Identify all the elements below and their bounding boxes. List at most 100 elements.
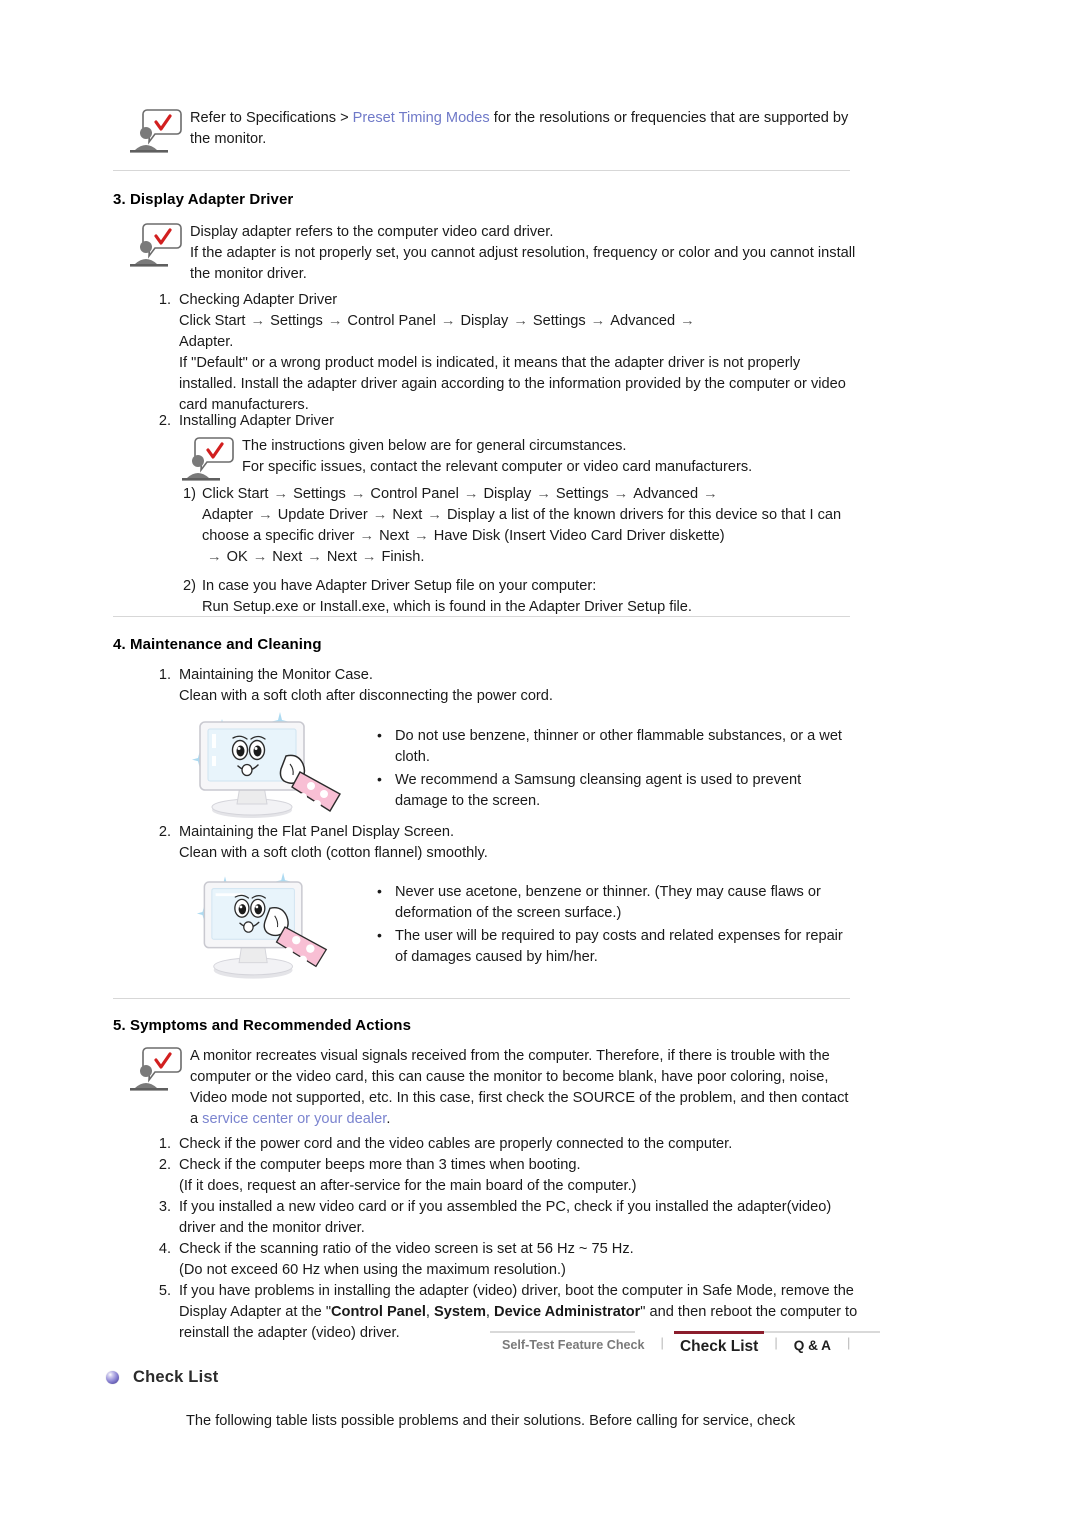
list-number: 5. xyxy=(158,1283,171,1299)
path-step: Display xyxy=(460,313,509,329)
numbered-list: 1. Checking Adapter Driver Click Start → S… xyxy=(143,290,858,416)
arrow-icon: → xyxy=(327,313,343,329)
tab-separator: | xyxy=(774,1335,778,1350)
bullet-item: Never use acetone, benzene or thinner. (… xyxy=(375,881,845,924)
arrow-icon: → xyxy=(680,313,695,329)
tab-label: Self-Test Feature Check xyxy=(502,1338,645,1352)
item-heading: Installing Adapter Driver xyxy=(179,413,334,429)
path-step: Next xyxy=(326,549,357,565)
arrow-icon: → xyxy=(414,528,429,544)
bullet-item: The user will be required to pay costs a… xyxy=(375,925,845,968)
path-step: Finish. xyxy=(381,549,425,565)
list-number: 4. xyxy=(158,1241,171,1257)
section-4-title: 4. Maintenance and Cleaning xyxy=(113,636,322,653)
tab-q-and-a[interactable]: Q & A xyxy=(788,1331,837,1353)
list-item: 2) In case you have Adapter Driver Setup… xyxy=(172,576,862,618)
arrow-icon: → xyxy=(258,507,273,523)
path-step: Settings xyxy=(532,313,586,329)
item-heading: Checking Adapter Driver xyxy=(179,292,338,308)
note-text: Display adapter refers to the computer v… xyxy=(190,218,858,285)
section-3-item-2-note: The instructions given below are for gen… xyxy=(180,432,860,486)
install-path: Click Start → Settings → Control Panel → Displ… xyxy=(202,484,862,568)
item-line: (If it does, request an after-service fo… xyxy=(179,1178,637,1194)
item-line-2: Clean with a soft cloth after disconnect… xyxy=(179,688,553,704)
list-item: 1. Maintaining the Monitor Case. Clean w… xyxy=(143,665,858,707)
item-line: (Do not exceed 60 Hz when using the maxi… xyxy=(179,1262,566,1278)
list-number: 3. xyxy=(158,1199,171,1215)
note-text: A monitor recreates visual signals recei… xyxy=(190,1042,858,1130)
arrow-icon: → xyxy=(613,486,629,502)
numbered-list: 1. Check if the power cord and the video… xyxy=(143,1134,863,1344)
path-step: Advanced xyxy=(633,486,699,502)
note-text: Refer to Specifications > Preset Timing … xyxy=(190,104,858,150)
list-item: 1) Click Start → Settings → Control Panel → Di… xyxy=(172,484,862,568)
arrow-icon: → xyxy=(590,313,606,329)
item-line: Check if the power cord and the video ca… xyxy=(179,1136,733,1152)
arrow-icon: → xyxy=(463,486,479,502)
section-3-title: 3. Display Adapter Driver xyxy=(113,191,294,208)
section-5-title: 5. Symptoms and Recommended Actions xyxy=(113,1017,412,1034)
bold-device-administrator: Device Administrator xyxy=(494,1304,641,1320)
arrow-icon: → xyxy=(273,486,289,502)
arrow-icon: → xyxy=(703,486,718,502)
list-number: 1. xyxy=(158,292,171,308)
section-3-item-2: 2. Installing Adapter Driver xyxy=(143,411,858,432)
section-3-note: Display adapter refers to the computer v… xyxy=(128,218,858,285)
tab-label: Check List xyxy=(679,1338,759,1355)
list-item: 4. Check if the scanning ratio of the vi… xyxy=(143,1239,863,1281)
bold-control-panel: Control Panel xyxy=(331,1304,426,1320)
list-number: 1) xyxy=(183,486,196,502)
item-line-1: Maintaining the Flat Panel Display Scree… xyxy=(179,824,454,840)
purple-sphere-bullet-icon xyxy=(106,1371,119,1384)
bullet-item: We recommend a Samsung cleansing agent i… xyxy=(375,769,845,812)
tab-check-list[interactable]: Check List xyxy=(673,1331,765,1356)
arrow-icon: → xyxy=(536,486,551,502)
arrow-icon: → xyxy=(252,549,268,565)
path-step: Settings xyxy=(293,486,346,502)
note-line-1: Display adapter refers to the computer v… xyxy=(190,224,554,240)
path-step: Control Panel xyxy=(370,486,459,502)
person-speech-check-icon xyxy=(128,106,190,158)
arrow-icon: → xyxy=(440,313,456,329)
rich-sep-1: , xyxy=(425,1304,434,1320)
monitor-cleaning-illustration xyxy=(195,865,345,995)
check-list-intro: The following table lists possible probl… xyxy=(186,1413,796,1429)
item-line-2: Clean with a soft cloth (cotton flannel)… xyxy=(179,845,488,861)
numbered-list: 1. Maintaining the Monitor Case. Clean w… xyxy=(143,665,858,707)
rich-sep-2: , xyxy=(485,1304,495,1320)
service-center-link[interactable]: service center or your dealer xyxy=(202,1111,386,1127)
arrow-icon: → xyxy=(207,549,222,565)
arrow-icon: → xyxy=(427,507,442,523)
preset-timing-modes-link[interactable]: Preset Timing Modes xyxy=(353,110,490,126)
arrow-icon: → xyxy=(359,528,375,544)
path-step: Click Start xyxy=(202,486,269,502)
list-item: 2. Check if the computer beeps more than… xyxy=(143,1155,863,1197)
path-step: Next xyxy=(379,528,410,544)
note-text-after: . xyxy=(386,1111,391,1127)
section-5-list: 1. Check if the power cord and the video… xyxy=(143,1134,863,1344)
item-line-1: Maintaining the Monitor Case. xyxy=(179,667,373,683)
path-step: Advanced xyxy=(610,313,676,329)
arrow-icon: → xyxy=(350,486,366,502)
adapter-check-path: Click Start → Settings → Control Panel → Displ… xyxy=(179,311,858,353)
arrow-icon: → xyxy=(250,313,266,329)
bullet-item: Do not use benzene, thinner or other fla… xyxy=(375,725,845,768)
list-number: 1. xyxy=(158,1136,171,1152)
arrow-icon: → xyxy=(372,507,388,523)
path-step: Next xyxy=(272,549,303,565)
item-line: If you installed a new video card or if … xyxy=(179,1199,832,1236)
paren-list: 1) Click Start → Settings → Control Panel → Di… xyxy=(172,484,862,618)
list-item: 1. Checking Adapter Driver Click Start → S… xyxy=(143,290,858,416)
list-number: 2. xyxy=(158,1157,171,1173)
person-speech-check-icon xyxy=(128,1044,190,1096)
path-step: Click Start xyxy=(179,313,246,329)
monitor-cleaning-illustration xyxy=(190,706,350,826)
tab-self-test-feature-check[interactable]: Self-Test Feature Check xyxy=(496,1331,651,1352)
path-step: Control Panel xyxy=(347,313,436,329)
section-4-item-1: 1. Maintaining the Monitor Case. Clean w… xyxy=(143,665,858,707)
arrow-icon: → xyxy=(361,549,377,565)
path-step: OK xyxy=(226,549,248,565)
item-line: Check if the computer beeps more than 3 … xyxy=(179,1157,581,1173)
note-line-2: If the adapter is not properly set, you … xyxy=(190,245,856,282)
list-number: 1. xyxy=(158,667,171,683)
